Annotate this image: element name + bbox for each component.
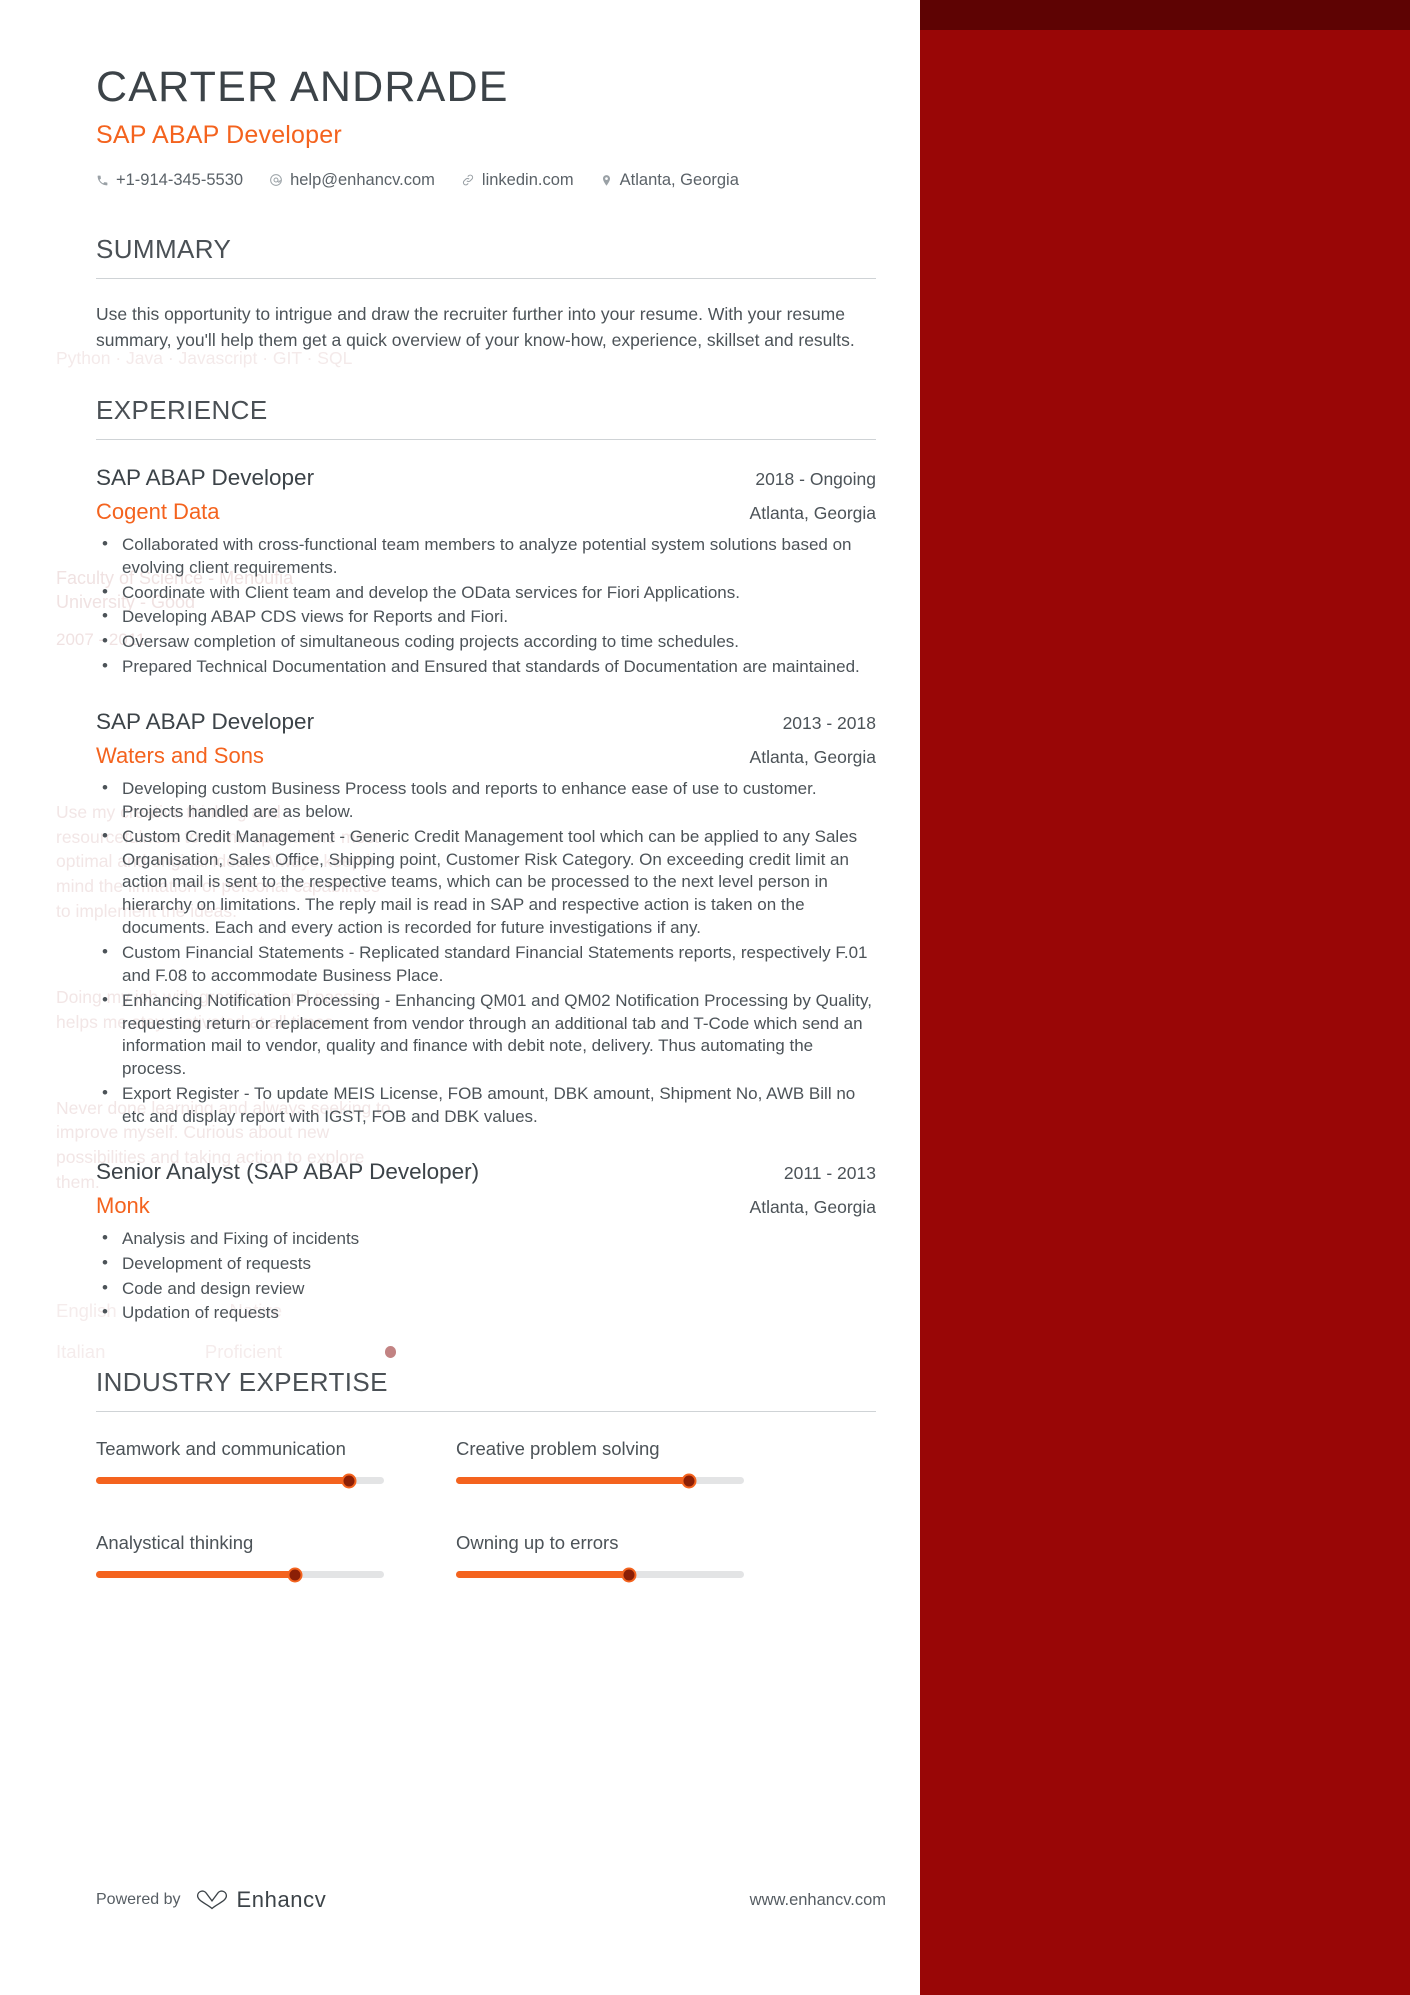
location-pin-icon — [600, 174, 613, 187]
experience-location: Atlanta, Georgia — [749, 747, 876, 768]
experience-title: SAP ABAP Developer — [96, 464, 315, 490]
list-item: Prepared Technical Documentation and Ens… — [96, 655, 876, 679]
phone-icon — [96, 174, 109, 187]
experience-date: 2013 - 2018 — [782, 713, 876, 734]
expertise-item: Teamwork and communication — [96, 1438, 416, 1522]
list-item: Export Register - To update MEIS License… — [96, 1082, 876, 1129]
contact-link-text: linkedin.com — [481, 170, 574, 189]
list-item: Custom Financial Statements - Replicated… — [96, 941, 876, 988]
slider-fill — [456, 1477, 690, 1485]
experience-company: Waters and Sons — [96, 743, 264, 769]
experience-company-row: Cogent Data Atlanta, Georgia — [96, 499, 876, 525]
brand-name: Enhancv — [236, 1887, 327, 1912]
expertise-slider[interactable] — [456, 1567, 744, 1583]
slider-fill — [96, 1571, 295, 1579]
experience-section: EXPERIENCE SAP ABAP Developer 2018 - Ong… — [96, 395, 876, 1325]
experience-bullets: Analysis and Fixing of incidents Develop… — [96, 1227, 876, 1325]
summary-text: Use this opportunity to intrigue and dra… — [96, 303, 855, 350]
list-item: Code and design review — [96, 1277, 876, 1301]
industry-expertise-section: INDUSTRY EXPERTISE Teamwork and communic… — [96, 1367, 876, 1616]
slider-knob[interactable] — [287, 1567, 303, 1583]
expertise-item: Owning up to errors — [456, 1532, 776, 1616]
experience-entry: SAP ABAP Developer 2013 - 2018 Waters an… — [96, 709, 876, 1129]
experience-company-row: Waters and Sons Atlanta, Georgia — [96, 743, 876, 769]
expertise-item: Creative problem solving — [456, 1438, 776, 1522]
industry-expertise-heading: INDUSTRY EXPERTISE — [96, 1367, 388, 1398]
brand-logo: Enhancv — [195, 1887, 327, 1913]
sidebar — [920, 0, 1410, 1995]
contact-phone[interactable]: +1-914-345-5530 — [96, 171, 243, 190]
industry-expertise-divider — [96, 1411, 876, 1413]
list-item: Collaborated with cross-functional team … — [96, 533, 876, 580]
list-item: Enhancing Notification Processing - Enha… — [96, 989, 876, 1081]
experience-bullets: Developing custom Business Process tools… — [96, 777, 876, 1129]
experience-company-row: Monk Atlanta, Georgia — [96, 1193, 876, 1219]
list-item: Developing custom Business Process tools… — [96, 777, 876, 824]
powered-by-block: Powered by Enhancv — [96, 1887, 326, 1913]
contact-email[interactable]: help@enhancv.com — [269, 171, 435, 190]
experience-location: Atlanta, Georgia — [749, 502, 876, 523]
slider-knob[interactable] — [681, 1473, 697, 1489]
slider-knob[interactable] — [341, 1473, 357, 1489]
resume-page: SKILLS Python · Java · Javascript · GIT … — [0, 0, 1410, 1995]
list-item: Development of requests — [96, 1252, 876, 1276]
experience-bullets: Collaborated with cross-functional team … — [96, 533, 876, 679]
summary-heading: SUMMARY — [96, 233, 232, 264]
list-item: Updation of requests — [96, 1301, 876, 1325]
list-item: Analysis and Fixing of incidents — [96, 1227, 876, 1251]
contact-phone-text: +1-914-345-5530 — [116, 170, 244, 189]
expertise-slider[interactable] — [456, 1473, 744, 1489]
experience-entry: Senior Analyst (SAP ABAP Developer) 2011… — [96, 1159, 876, 1325]
slider-knob[interactable] — [621, 1567, 637, 1583]
summary-section: SUMMARY Use this opportunity to intrigue… — [96, 234, 876, 353]
expertise-label: Owning up to errors — [456, 1532, 619, 1554]
expertise-slider[interactable] — [96, 1473, 384, 1489]
page-title: CARTER ANDRADE — [96, 63, 509, 111]
experience-date: 2018 - Ongoing — [755, 468, 876, 489]
expertise-label: Creative problem solving — [456, 1438, 660, 1460]
expertise-grid: Teamwork and communication Creative prob… — [96, 1438, 876, 1616]
slider-fill — [96, 1477, 350, 1485]
footer: Powered by Enhancv www.enhancv.com — [96, 1887, 886, 1913]
experience-location: Atlanta, Georgia — [749, 1196, 876, 1217]
link-icon — [461, 173, 475, 187]
summary-divider — [96, 277, 876, 279]
contact-location[interactable]: Atlanta, Georgia — [600, 171, 739, 190]
slider-fill — [456, 1571, 629, 1579]
main-column: CARTER ANDRADE SAP ABAP Developer +1-914… — [0, 0, 920, 1995]
enhancv-logo-icon — [196, 1890, 227, 1910]
job-role-subtitle: SAP ABAP Developer — [96, 120, 342, 149]
experience-title-row: SAP ABAP Developer 2018 - Ongoing — [96, 465, 876, 491]
experience-company: Monk — [96, 1192, 150, 1218]
email-icon — [269, 173, 283, 187]
experience-company: Cogent Data — [96, 498, 220, 524]
footer-website[interactable]: www.enhancv.com — [750, 1891, 886, 1910]
experience-entry: SAP ABAP Developer 2018 - Ongoing Cogent… — [96, 465, 876, 679]
list-item: Coordinate with Client team and develop … — [96, 581, 876, 605]
expertise-item: Analystical thinking — [96, 1532, 416, 1616]
list-item: Developing ABAP CDS views for Reports an… — [96, 605, 876, 629]
contact-email-text: help@enhancv.com — [290, 170, 435, 189]
experience-divider — [96, 438, 876, 440]
list-item: Oversaw completion of simultaneous codin… — [96, 630, 876, 654]
expertise-slider[interactable] — [96, 1567, 384, 1583]
experience-title-row: Senior Analyst (SAP ABAP Developer) 2011… — [96, 1159, 876, 1185]
contact-link[interactable]: linkedin.com — [461, 171, 574, 190]
contact-location-text: Atlanta, Georgia — [619, 170, 739, 189]
expertise-label: Teamwork and communication — [96, 1438, 346, 1460]
expertise-label: Analystical thinking — [96, 1532, 254, 1554]
experience-title-row: SAP ABAP Developer 2013 - 2018 — [96, 709, 876, 735]
experience-title: Senior Analyst (SAP ABAP Developer) — [96, 1158, 480, 1184]
powered-by-label: Powered by — [96, 1891, 181, 1908]
experience-heading: EXPERIENCE — [96, 394, 268, 425]
sidebar-top-strip — [920, 0, 1410, 30]
experience-title: SAP ABAP Developer — [96, 709, 315, 735]
list-item: Custom Credit Management - Generic Credi… — [96, 825, 876, 940]
experience-date: 2011 - 2013 — [783, 1162, 876, 1183]
contact-bar: +1-914-345-5530 help@enhancv.com linkedi… — [96, 171, 920, 190]
